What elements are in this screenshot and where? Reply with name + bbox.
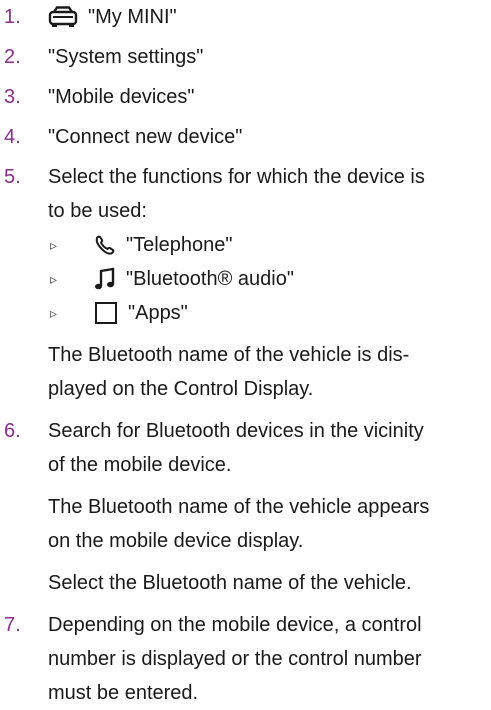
option-text: "Bluetooth® audio" (126, 268, 294, 290)
telephone-icon (94, 234, 116, 256)
step-number: 1. (4, 6, 21, 28)
step-text-line: must be entered. (48, 682, 199, 704)
bullet-triangle: ▹ (50, 305, 58, 321)
option-apps: ▹ "Apps" (50, 296, 481, 330)
bullet-triangle: ▹ (50, 237, 58, 253)
note-line: Select the Bluetooth name of the vehicle… (48, 572, 412, 594)
apps-square-icon (94, 301, 118, 325)
step-number: 5. (4, 166, 21, 188)
step-number: 2. (4, 46, 21, 68)
step-text-line: Select the functions for which the devic… (48, 166, 425, 188)
step-text: "Mobile devices" (48, 86, 195, 108)
option-text: "Apps" (128, 302, 188, 324)
step-number: 7. (4, 614, 21, 636)
step-note: Select the Bluetooth name of the vehicle… (48, 566, 481, 600)
note-line: played on the Control Display. (48, 378, 314, 400)
note-line: on the mobile device display. (48, 530, 304, 552)
note-line: The Bluetooth name of the vehicle is dis… (48, 344, 410, 366)
step-text-line: to be used: (48, 200, 147, 222)
note-line: The Bluetooth name of the vehicle appear… (48, 496, 430, 518)
option-bluetooth-audio: ▹ "Bluetooth® audio" (50, 262, 481, 296)
step-text: "System settings" (48, 46, 204, 68)
step-text-line: Search for Bluetooth devices in the vici… (48, 420, 424, 442)
option-telephone: ▹ "Telephone" (50, 228, 481, 262)
step-number: 4. (4, 126, 21, 148)
step-text: "My MINI" (88, 6, 177, 28)
step-number: 3. (4, 86, 21, 108)
car-icon (48, 6, 78, 28)
instruction-page: 1. "My MINI" 2. "System settings" 3. "Mo… (0, 0, 491, 704)
option-text: "Telephone" (126, 234, 233, 256)
music-note-icon (94, 267, 116, 291)
step-note: The Bluetooth name of the vehicle is dis… (48, 338, 481, 406)
step-note: The Bluetooth name of the vehicle appear… (48, 490, 481, 558)
step-text-line: Depending on the mobile device, a contro… (48, 614, 422, 636)
step-text: "Connect new device" (48, 126, 243, 148)
bullet-triangle: ▹ (50, 271, 58, 287)
step-text-line: of the mobile device. (48, 454, 232, 476)
step-number: 6. (4, 420, 21, 442)
step-text-line: number is displayed or the control numbe… (48, 648, 422, 670)
